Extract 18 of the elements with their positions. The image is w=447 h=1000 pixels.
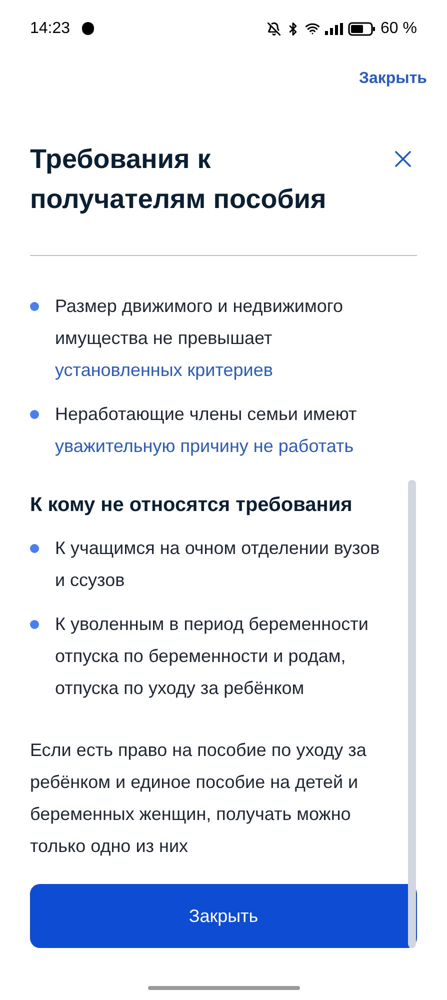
list-item-text: К учащимся на очном отделении вузов и ссузов (55, 537, 381, 592)
section-heading: К кому не относятся требования (30, 493, 354, 518)
note-text: Если есть право на пособие по уходу за ребёнком и единое пособие на детей и беременных женщин, получать можно только одно из них (30, 739, 368, 858)
close-button[interactable]: Закрыть (30, 884, 417, 948)
signal-icon (324, 22, 343, 34)
mute-icon (266, 22, 281, 36)
criteria-link[interactable]: уважительную причину не работать (55, 436, 354, 456)
status-time: 14:23 (30, 18, 70, 38)
wifi-icon (304, 21, 320, 36)
list-item-text: Размер движимого и недвижимого имущества не превышает установленных критериев (55, 295, 344, 382)
close-link[interactable]: Закрыть (358, 67, 427, 91)
list-item-text: Неработающие члены семьи имеют уважительную причину не работать (55, 403, 358, 458)
list-item-text: К уволенным в период беременности отпуска по беременности и родам, отпуска по уходу за ребёнком (55, 613, 370, 700)
battery-icon (348, 22, 376, 36)
notification-icon (82, 22, 94, 35)
criteria-link[interactable]: установленных критериев (55, 360, 273, 380)
battery-percent: 60 % (380, 18, 417, 38)
dialog-title: Требования к получателям пособия (30, 143, 328, 216)
